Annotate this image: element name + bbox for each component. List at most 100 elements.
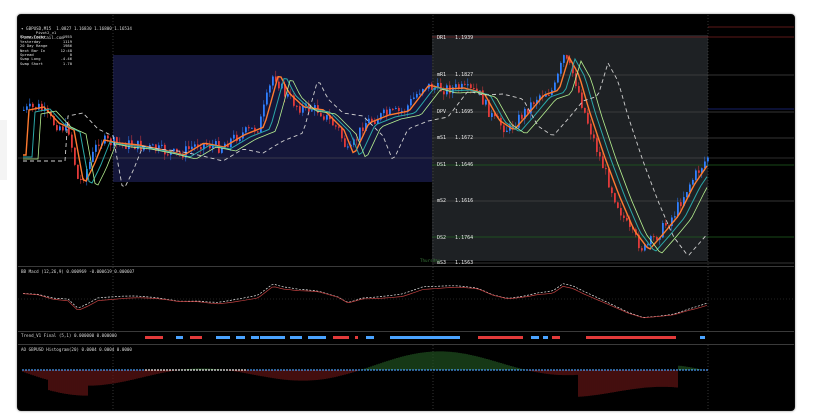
zero-dot [445, 369, 447, 371]
zero-dot [454, 369, 456, 371]
zero-dot [640, 369, 642, 371]
thursday-label: Thursday [420, 258, 441, 263]
candle-body [611, 187, 613, 194]
zero-dot [343, 369, 345, 371]
candle-body [383, 109, 385, 114]
zero-dot [487, 369, 489, 371]
candle-body [92, 151, 94, 162]
trend-segment [586, 336, 676, 339]
trend-segment [145, 336, 163, 339]
zero-dot [193, 369, 195, 371]
zero-dot [592, 369, 594, 371]
zero-dot [154, 369, 156, 371]
trend-header: Trend_V1 Final (5,1) 0.000000 0.000000 [21, 333, 117, 338]
zero-dot [316, 369, 318, 371]
candle-body [485, 99, 487, 105]
zero-dot [505, 369, 507, 371]
zero-dot [361, 369, 363, 371]
zero-dot [223, 369, 225, 371]
zero-dot [337, 369, 339, 371]
zero-dot [667, 369, 669, 371]
zero-dot [616, 369, 618, 371]
zero-dot [52, 369, 54, 371]
candle-body [554, 82, 556, 91]
zero-dot [187, 369, 189, 371]
zero-dot [58, 369, 60, 371]
candle-body [581, 92, 583, 108]
zero-dot [601, 369, 603, 371]
trend-segment [216, 336, 230, 339]
candle-body [560, 62, 562, 74]
candle-body [347, 146, 349, 148]
candle-body [215, 141, 217, 146]
pivot-info-box: Pivot2_v1 Range Today 1955 Yesterday 1119 … [20, 30, 72, 66]
level-ds1: DS1 1.1646 [437, 162, 474, 168]
zero-dot [430, 369, 432, 371]
zero-dot [442, 369, 444, 371]
candle-body [431, 83, 433, 90]
trend-panel[interactable]: Trend_V1 Final (5,1) 0.000000 0.000000 [18, 332, 794, 344]
zero-dot [169, 369, 171, 371]
zero-dot [265, 369, 267, 371]
zero-dot [352, 369, 354, 371]
zero-dot [100, 369, 102, 371]
candle-body [596, 138, 598, 153]
candle-body [266, 92, 268, 105]
zero-dot [49, 369, 51, 371]
zero-dot [331, 369, 333, 371]
zero-dot [325, 369, 327, 371]
zero-dot [34, 369, 36, 371]
zero-dot [670, 369, 672, 371]
price-panel[interactable]: ▾ GBPUSD,M15 1.0827 1.16830 1.16800 1.16… [18, 15, 794, 266]
candle-body [665, 223, 667, 226]
candle-body [680, 202, 682, 207]
zero-dot [388, 369, 390, 371]
zero-dot [379, 369, 381, 371]
zero-dot [589, 369, 591, 371]
zero-dot [565, 369, 567, 371]
macd-signal-line [22, 285, 708, 319]
candle-body [257, 131, 259, 133]
zero-dot [691, 369, 693, 371]
zero-dot [403, 369, 405, 371]
candle-body [419, 93, 421, 95]
zero-dot [586, 369, 588, 371]
zero-dot [427, 369, 429, 371]
zero-dot [322, 369, 324, 371]
zero-dot [511, 369, 513, 371]
zero-dot [607, 369, 609, 371]
zero-dot [307, 369, 309, 371]
candle-body [269, 85, 271, 93]
price-chart[interactable] [18, 15, 794, 266]
candle-body [311, 110, 313, 112]
candle-body [161, 144, 163, 146]
candle-body [641, 248, 643, 251]
zero-dot [520, 369, 522, 371]
candle-body [416, 94, 418, 98]
zero-dot [604, 369, 606, 371]
trend-segment [355, 336, 358, 339]
zero-dot [523, 369, 525, 371]
zero-dot [196, 369, 198, 371]
zero-dot [424, 369, 426, 371]
candle-body [152, 144, 154, 146]
chart-window[interactable]: ▾ GBPUSD,M15 1.0827 1.16830 1.16800 1.16… [17, 14, 795, 411]
zero-dot [517, 369, 519, 371]
zero-dot [679, 369, 681, 371]
zero-dot [319, 369, 321, 371]
zero-dot [394, 369, 396, 371]
candle-body [698, 170, 700, 173]
zero-dot [262, 369, 264, 371]
zero-dot [415, 369, 417, 371]
level-dpv: DPV 1.1695 [437, 109, 474, 115]
candle-body [62, 126, 64, 131]
zero-dot [385, 369, 387, 371]
trend-segment [236, 336, 245, 339]
trend-bars [145, 336, 705, 339]
zero-dot [142, 369, 144, 371]
histogram-panel[interactable]: AO GBPUSD Histogram(20) 0.0004 0.0004 0.… [18, 345, 794, 410]
macd-panel[interactable]: BB Macd (12,26,9) 0.000969 -0.000619 0.0… [18, 267, 794, 331]
zero-dot [433, 369, 435, 371]
zero-dot [22, 369, 24, 371]
candle-body [194, 144, 196, 147]
